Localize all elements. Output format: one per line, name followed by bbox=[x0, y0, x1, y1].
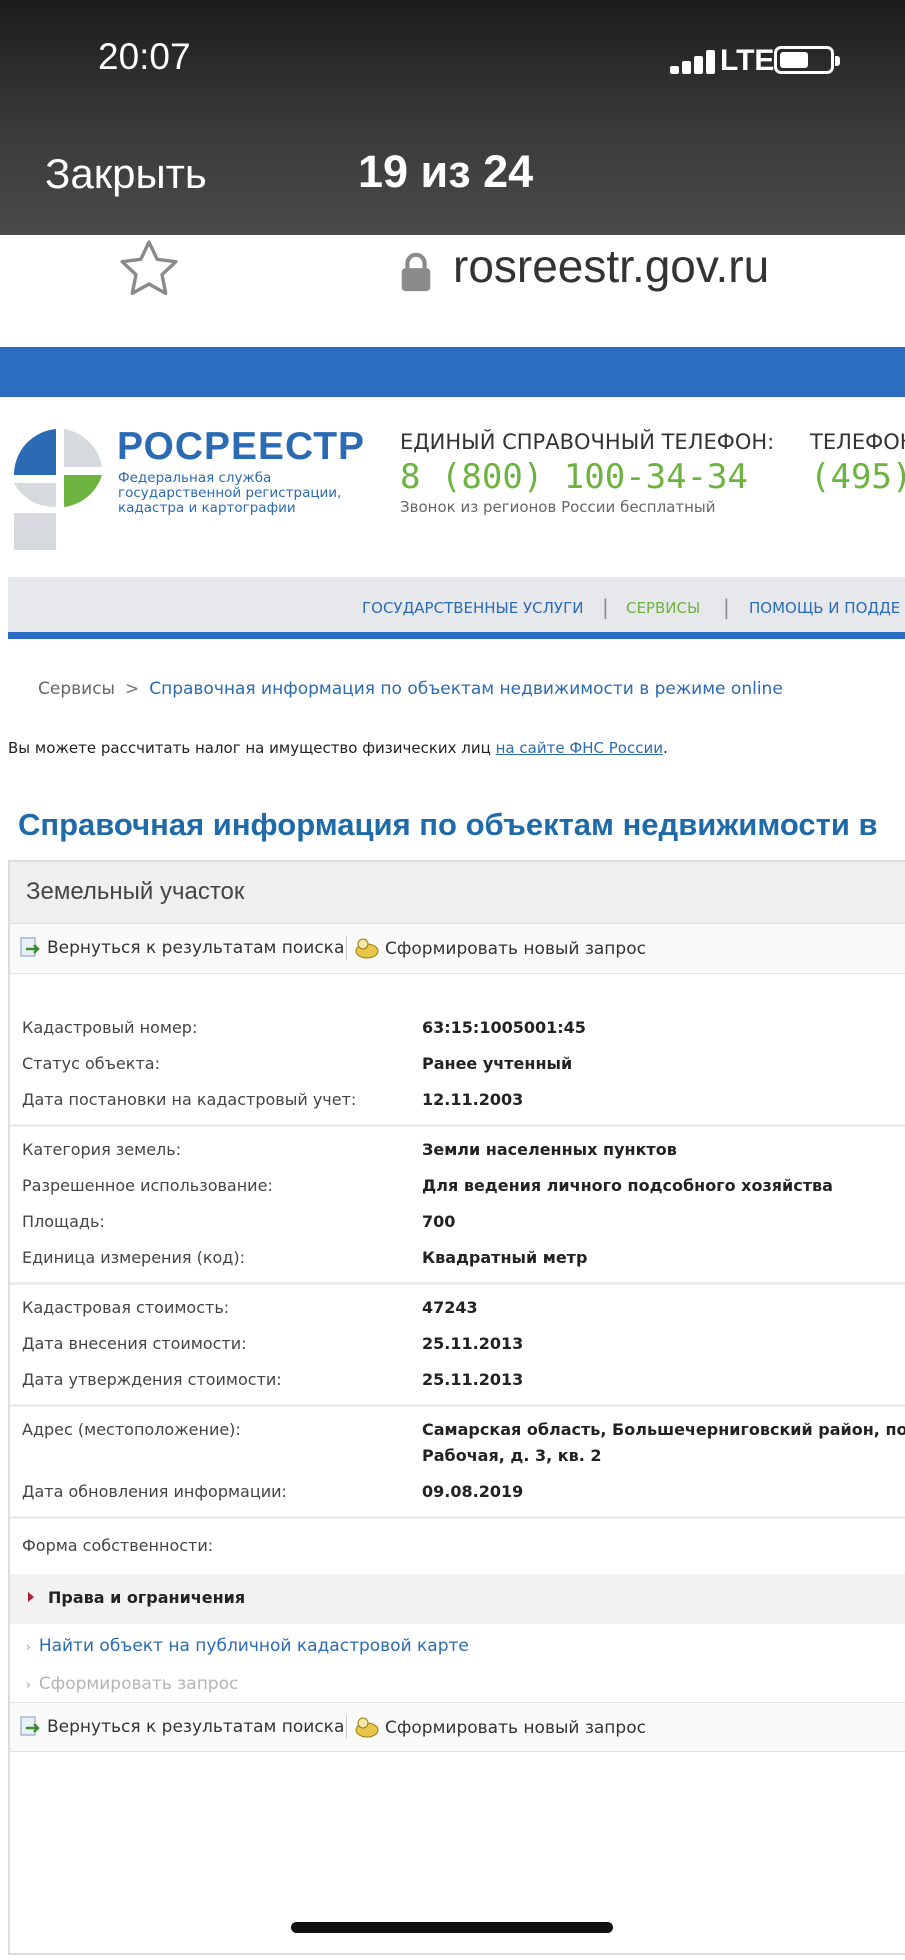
phone2-label: ТЕЛЕФОН bbox=[810, 430, 905, 454]
brand-name: РОСРЕЕСТР bbox=[117, 425, 366, 468]
toolbar-separator bbox=[346, 1715, 347, 1739]
main-nav: ГОСУДАРСТВЕННЫЕ УСЛУГИ | СЕРВИСЫ | ПОМОЩ… bbox=[8, 577, 905, 639]
top-toolbar: Вернуться к результатам поиска Сформиров… bbox=[10, 924, 905, 974]
rights-toggle[interactable]: Права и ограничения bbox=[28, 1588, 245, 1607]
tax-note: Вы можете рассчитать налог на имущество … bbox=[8, 739, 668, 757]
rights-label: Права и ограничения bbox=[48, 1588, 246, 1607]
field-value: Ранее учтенный bbox=[422, 1054, 573, 1073]
panel-header: Земельный участок bbox=[10, 862, 905, 924]
back-arrow-icon bbox=[20, 1716, 40, 1736]
tax-note-text: Вы можете рассчитать налог на имущество … bbox=[8, 739, 496, 757]
nav-item-state-services[interactable]: ГОСУДАРСТВЕННЫЕ УСЛУГИ bbox=[362, 599, 583, 617]
hotline-label: ЕДИНЫЙ СПРАВОЧНЫЙ ТЕЛЕФОН: bbox=[400, 430, 775, 454]
panel-title: Земельный участок bbox=[26, 878, 245, 905]
brand-subtitle-line: Федеральная служба bbox=[118, 470, 272, 486]
field-label: Статус объекта: bbox=[22, 1054, 160, 1073]
chevron-right-icon: › bbox=[26, 1678, 31, 1692]
network-type: LTE bbox=[720, 44, 775, 77]
close-button[interactable]: Закрыть bbox=[45, 150, 207, 198]
new-request-button[interactable]: Сформировать новый запрос bbox=[354, 1716, 646, 1738]
new-request-icon bbox=[355, 1717, 379, 1738]
divider bbox=[10, 1516, 905, 1519]
rights-section: Права и ограничения bbox=[10, 1574, 905, 1624]
breadcrumb-current[interactable]: Справочная информация по объектам недвиж… bbox=[149, 679, 783, 699]
nav-separator: | bbox=[602, 595, 609, 619]
hotline-note: Звонок из регионов России бесплатный bbox=[400, 498, 716, 516]
field-label: Кадастровый номер: bbox=[22, 1018, 198, 1037]
tax-note-tail: . bbox=[662, 739, 668, 757]
field-label: Дата внесения стоимости: bbox=[22, 1334, 247, 1353]
image-counter: 19 из 24 bbox=[358, 146, 534, 197]
field-label: Кадастровая стоимость: bbox=[22, 1298, 230, 1317]
toolbar-separator bbox=[346, 936, 347, 960]
battery-icon bbox=[774, 46, 840, 74]
nav-item-services[interactable]: СЕРВИСЫ bbox=[626, 599, 700, 617]
field-label: Дата утверждения стоимости: bbox=[22, 1370, 282, 1389]
expand-triangle-icon bbox=[28, 1592, 34, 1602]
breadcrumb-services[interactable]: Сервисы bbox=[38, 679, 115, 699]
screenshot-content: rosreestr.gov.ru РОСРЕЕСТР Федеральная с… bbox=[0, 235, 905, 1960]
back-to-results-label: Вернуться к результатам поиска bbox=[47, 1717, 345, 1737]
rosreestr-logo[interactable] bbox=[14, 415, 106, 550]
field-label: Дата обновления информации: bbox=[22, 1482, 287, 1501]
field-label: Форма собственности: bbox=[22, 1536, 214, 1555]
signal-icon bbox=[670, 50, 718, 74]
field-value: Для ведения личного подсобного хозяйства bbox=[422, 1176, 833, 1195]
new-request-icon bbox=[355, 938, 379, 959]
field-value: 09.08.2019 bbox=[422, 1482, 524, 1501]
public-map-link-label: Найти объект на публичной кадастровой ка… bbox=[38, 1636, 469, 1656]
field-value: 25.11.2013 bbox=[422, 1370, 524, 1389]
field-value: Квадратный метр bbox=[422, 1248, 588, 1267]
status-time: 20:07 bbox=[98, 36, 191, 77]
field-value: Земли населенных пунктов bbox=[422, 1140, 677, 1159]
field-value: 12.11.2003 bbox=[422, 1090, 524, 1109]
back-to-results-button[interactable]: Вернуться к результатам поиска bbox=[20, 937, 344, 958]
back-to-results-label: Вернуться к результатам поиска bbox=[47, 938, 345, 958]
back-to-results-button[interactable]: Вернуться к результатам поиска bbox=[20, 1716, 344, 1737]
star-icon[interactable] bbox=[115, 235, 183, 303]
field-value: Самарская область, Большечерниговский ра… bbox=[422, 1420, 905, 1439]
field-value: 47243 bbox=[422, 1298, 478, 1317]
make-request-link-label: Сформировать запрос bbox=[38, 1674, 239, 1694]
breadcrumb: Сервисы > Справочная информация по объекта… bbox=[38, 679, 783, 699]
land-plot-panel: Земельный участок Вернуться к результата… bbox=[8, 860, 905, 1955]
url-text[interactable]: rosreestr.gov.ru bbox=[453, 239, 769, 293]
field-label: Площадь: bbox=[22, 1212, 105, 1231]
bottom-toolbar: Вернуться к результатам поиска Сформиров… bbox=[10, 1702, 905, 1752]
field-label: Дата постановки на кадастровый учет: bbox=[22, 1090, 357, 1109]
make-request-link[interactable]: › Сформировать запрос bbox=[26, 1674, 238, 1694]
field-value: 63:15:1005001:45 bbox=[422, 1018, 586, 1037]
new-request-button[interactable]: Сформировать новый запрос bbox=[354, 937, 646, 959]
divider bbox=[10, 1124, 905, 1127]
new-request-label: Сформировать новый запрос bbox=[385, 1718, 646, 1738]
browser-address-bar: rosreestr.gov.ru bbox=[0, 235, 905, 345]
page-title: Справочная информация по объектам недвиж… bbox=[18, 807, 878, 842]
divider bbox=[10, 1282, 905, 1285]
nav-separator: | bbox=[723, 595, 730, 619]
fns-link[interactable]: на сайте ФНС России bbox=[496, 739, 663, 757]
site-top-band bbox=[0, 347, 905, 397]
field-label: Разрешенное использование: bbox=[22, 1176, 273, 1195]
field-value: 700 bbox=[422, 1212, 456, 1231]
breadcrumb-arrow: > bbox=[124, 679, 140, 699]
field-value: 25.11.2013 bbox=[422, 1334, 524, 1353]
new-request-label: Сформировать новый запрос bbox=[385, 939, 646, 959]
brand-subtitle-line: кадастра и картографии bbox=[118, 500, 296, 516]
brand-subtitle-line: государственной регистрации, bbox=[118, 485, 342, 501]
field-label: Категория земель: bbox=[22, 1140, 182, 1159]
field-value-line2: Рабочая, д. 3, кв. 2 bbox=[422, 1446, 602, 1465]
home-indicator[interactable] bbox=[291, 1922, 613, 1933]
lock-icon bbox=[401, 252, 431, 292]
back-arrow-icon bbox=[20, 937, 40, 957]
chevron-right-icon: › bbox=[26, 1640, 31, 1654]
viewer-header: 20:07 LTE Закрыть 19 из 24 bbox=[0, 0, 905, 235]
divider bbox=[10, 1404, 905, 1407]
phone2-number[interactable]: (495) bbox=[810, 457, 905, 497]
hotline-number[interactable]: 8 (800) 100-34-34 bbox=[400, 457, 748, 497]
brand-subtitle: Федеральная служба государственной регис… bbox=[118, 471, 358, 516]
public-map-link[interactable]: › Найти объект на публичной кадастровой к… bbox=[26, 1636, 469, 1656]
nav-item-help[interactable]: ПОМОЩЬ И ПОДДЕ bbox=[749, 599, 900, 617]
field-label: Адрес (местоположение): bbox=[22, 1420, 241, 1439]
field-label: Единица измерения (код): bbox=[22, 1248, 245, 1267]
